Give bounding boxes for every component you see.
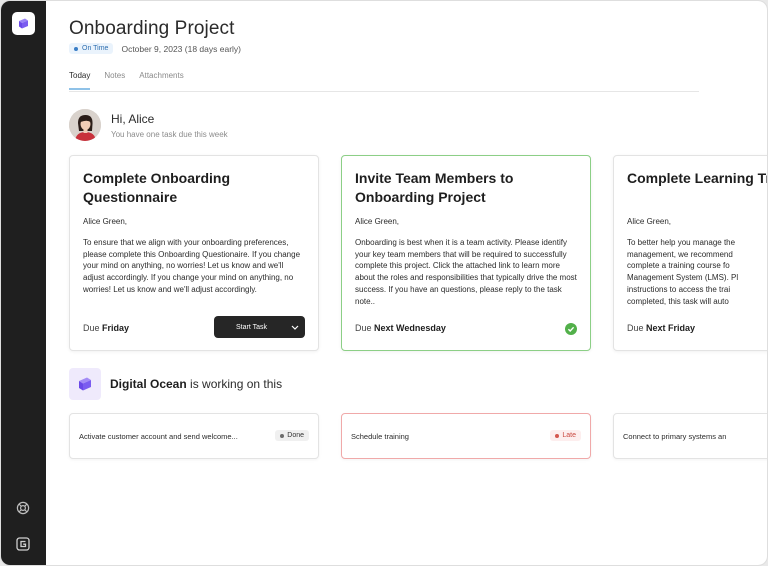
task-card-body: Onboarding is best when it is a team act…: [355, 238, 577, 306]
list-item[interactable]: Activate customer account and send welco…: [69, 413, 319, 459]
tab-bar: Today Notes Attachments: [69, 71, 184, 90]
list-item[interactable]: Connect to primary systems an: [613, 413, 767, 459]
app-logo-icon[interactable]: [12, 12, 35, 35]
task-card[interactable]: Complete Learning Training Alice Green, …: [613, 155, 767, 351]
status-badge: Late: [550, 430, 581, 441]
tab-today[interactable]: Today: [69, 71, 91, 90]
status-badge: Done: [275, 430, 309, 441]
task-label: Connect to primary systems an: [623, 432, 727, 441]
task-card-greeting: Alice Green,: [627, 217, 672, 226]
app-window: Onboarding Project On Time October 9, 20…: [0, 0, 768, 566]
badge-dot-icon: [280, 433, 285, 438]
task-card-due: Due Next Wednesday: [355, 323, 446, 333]
due-day: Next Friday: [646, 323, 696, 333]
project-due-date: October 9, 2023 (18 days early): [121, 43, 241, 54]
status-badge: On Time: [69, 43, 114, 54]
sidebar: [1, 1, 46, 565]
due-day: Friday: [102, 323, 130, 333]
task-card-title: Complete Learning Training: [627, 170, 767, 186]
due-prefix: Due: [355, 323, 372, 333]
greeting-subtitle: You have one task due this week: [111, 129, 228, 139]
due-prefix: Due: [627, 323, 644, 333]
task-label: Schedule training: [351, 432, 409, 441]
due-prefix: Due: [83, 323, 100, 333]
list-item[interactable]: Schedule training Late: [341, 413, 591, 459]
partner-logo-icon: [69, 368, 101, 400]
task-card-body: To ensure that we align with your onboar…: [83, 238, 301, 294]
task-card-greeting: Alice Green,: [355, 217, 400, 226]
chevron-down-icon[interactable]: [285, 325, 305, 330]
badge-label: Late: [562, 432, 576, 439]
task-card[interactable]: Invite Team Members to Onboarding Projec…: [341, 155, 591, 351]
badge-label: Done: [287, 432, 304, 439]
status-dot-icon: [74, 46, 78, 51]
brand-mark-icon[interactable]: [15, 536, 31, 552]
task-card-title: Invite Team Members to Onboarding Projec…: [355, 170, 514, 205]
partner-header: Digital Ocean is working on this: [69, 368, 282, 400]
greeting-title: Hi, Alice: [111, 111, 155, 126]
task-card-greeting: Alice Green,: [83, 217, 128, 226]
partner-suffix: is working on this: [190, 377, 283, 391]
tab-attachments[interactable]: Attachments: [139, 71, 183, 90]
task-card[interactable]: Complete Onboarding Questionnaire Alice …: [69, 155, 319, 351]
badge-dot-icon: [555, 433, 560, 438]
task-label: Activate customer account and send welco…: [79, 432, 238, 441]
start-task-label: Start Task: [236, 323, 267, 331]
task-card-body: To better help you manage the management…: [627, 238, 739, 306]
partner-name: Digital Ocean: [110, 377, 187, 391]
partner-text: Digital Ocean is working on this: [110, 377, 282, 391]
tab-divider: [69, 91, 699, 92]
check-circle-icon: [565, 323, 577, 335]
main-content: Onboarding Project On Time October 9, 20…: [46, 1, 767, 565]
help-icon[interactable]: [15, 500, 31, 516]
start-task-button[interactable]: Start Task: [214, 316, 305, 338]
status-label: On Time: [82, 45, 109, 52]
due-day: Next Wednesday: [374, 323, 446, 333]
tab-notes[interactable]: Notes: [104, 71, 125, 90]
task-card-due: Due Next Friday: [627, 323, 695, 333]
greeting: Hi, Alice You have one task due this wee…: [69, 109, 228, 141]
avatar[interactable]: [69, 109, 101, 141]
status-row: On Time October 9, 2023 (18 days early): [69, 43, 241, 54]
page-title: Onboarding Project: [69, 18, 235, 39]
task-card-title: Complete Onboarding Questionnaire: [83, 170, 230, 205]
task-card-due: Due Friday: [83, 323, 129, 333]
